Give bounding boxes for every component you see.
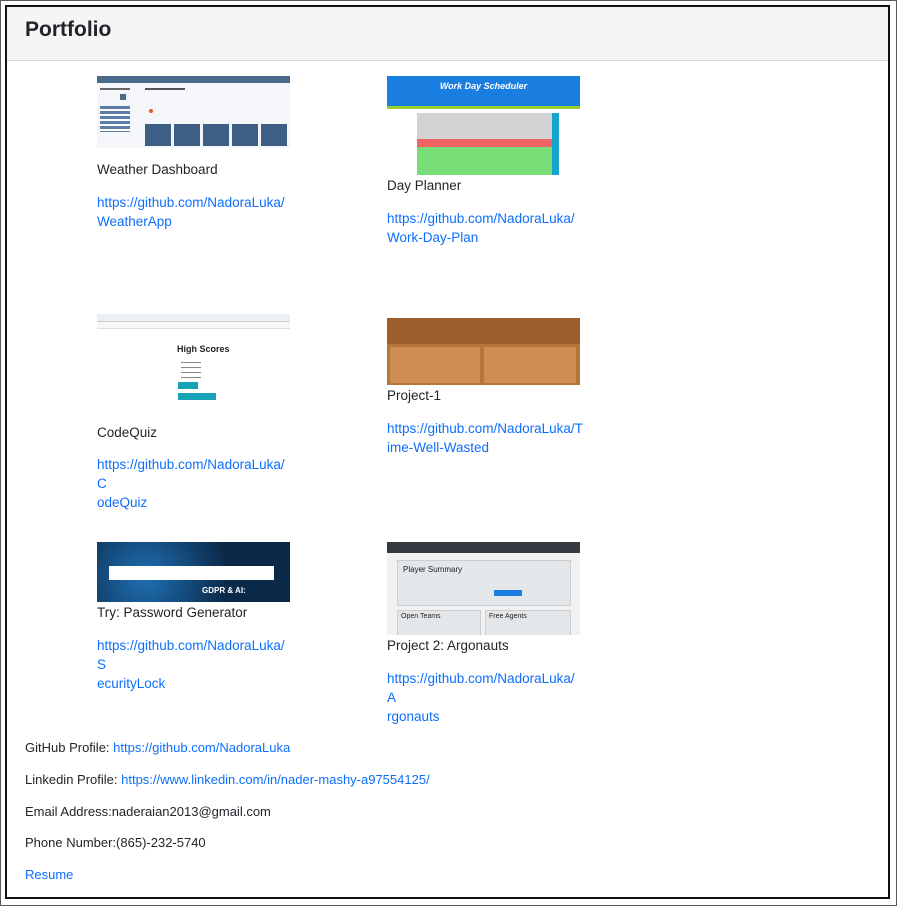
github-label: GitHub Profile: <box>25 740 114 755</box>
thumb-title: Player Summary <box>403 565 463 574</box>
page-title: Portfolio <box>25 18 112 41</box>
project-title: Day Planner <box>387 178 462 193</box>
resume-link[interactable]: Resume <box>25 867 73 882</box>
project-link[interactable]: https://github.com/NadoraLuka/Work-Day-P… <box>387 209 583 247</box>
project-link[interactable]: https://github.com/NadoraLuka/S ecurityLo… <box>97 636 293 693</box>
day-planner-thumbnail[interactable]: Work Day Scheduler <box>387 76 580 175</box>
github-link[interactable]: https://github.com/NadoraLuka <box>113 740 290 755</box>
header-bar: Portfolio <box>7 7 888 61</box>
thumb-title: GDPR & AI: <box>202 586 246 595</box>
project-link[interactable]: https://github.com/NadoraLuka/A rgonauts <box>387 669 583 726</box>
argonauts-thumbnail[interactable]: Player Summary Open Teams Free Agents <box>387 542 580 635</box>
linkedin-profile: Linkedin Profile: https://www.linkedin.c… <box>25 772 430 787</box>
linkedin-link[interactable]: https://www.linkedin.com/in/nader-mashy-… <box>121 772 430 787</box>
email-address: Email Address:naderaian2013@gmail.com <box>25 804 271 819</box>
github-profile: GitHub Profile: https://github.com/Nador… <box>25 740 290 755</box>
project-title: Project-1 <box>387 388 442 403</box>
project-link[interactable]: https://github.com/NadoraLuka/T ime-Well-… <box>387 419 583 457</box>
thumb-title: Work Day Scheduler <box>439 81 528 91</box>
project-link[interactable]: https://github.com/NadoraLuka/WeatherApp <box>97 193 293 231</box>
linkedin-label: Linkedin Profile: <box>25 772 122 787</box>
resume-link-container: Resume <box>25 867 73 882</box>
password-generator-thumbnail[interactable]: GDPR & AI: <box>97 542 290 602</box>
thumb-right: Free Agents <box>489 613 527 620</box>
project-link[interactable]: https://github.com/NadoraLuka/C odeQuiz <box>97 455 293 512</box>
project-title: Project 2: Argonauts <box>387 638 509 653</box>
phone-number: Phone Number:(865)-232-5740 <box>25 835 206 850</box>
weather-dashboard-thumbnail[interactable] <box>97 76 290 148</box>
project-title: Try: Password Generator <box>97 605 248 620</box>
project-title: Weather Dashboard <box>97 162 218 177</box>
project-title: CodeQuiz <box>97 425 158 440</box>
thumb-left: Open Teams <box>401 613 441 620</box>
project-1-thumbnail[interactable] <box>387 318 580 385</box>
thumb-title: High Scores <box>177 344 230 354</box>
page-container: Portfolio Weather Dashboard https://gith… <box>5 5 890 899</box>
codequiz-thumbnail[interactable]: High Scores <box>97 314 290 404</box>
